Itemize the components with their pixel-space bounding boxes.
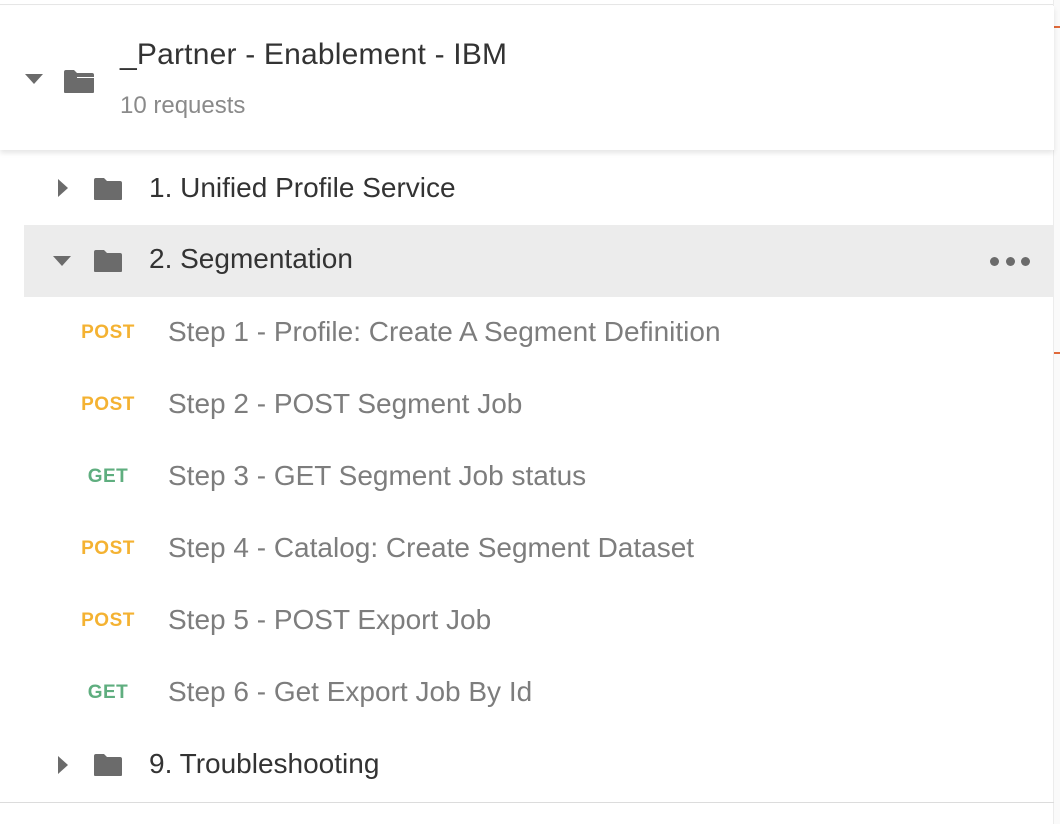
method-badge: POST [81, 610, 135, 631]
request-label: Step 5 - POST Export Job [168, 604, 492, 635]
request-row[interactable]: GET Step 6 - Get Export Job By Id [24, 658, 1054, 730]
request-label: Step 4 - Catalog: Create Segment Dataset [168, 532, 695, 563]
collapse-collection-caret-icon[interactable] [25, 74, 43, 84]
method-badge: GET [87, 466, 129, 487]
folder-label: 1. Unified Profile Service [149, 172, 456, 203]
more-horizontal-icon[interactable] [990, 257, 1030, 266]
folder-row-segmentation[interactable]: 2. Segmentation [24, 225, 1054, 297]
method-badge: POST [81, 322, 135, 343]
folder-label: 2. Segmentation [149, 243, 353, 274]
collection-sidebar: _Partner - Enablement - IBM 10 requests … [0, 0, 1060, 824]
request-label: Step 6 - Get Export Job By Id [168, 676, 533, 707]
collection-request-count: 10 requests [120, 92, 246, 119]
request-label: Step 3 - GET Segment Job status [168, 460, 587, 491]
scroll-rail[interactable] [1053, 0, 1060, 824]
method-badge: POST [81, 538, 135, 559]
request-label: Step 2 - POST Segment Job [168, 388, 523, 419]
request-row[interactable]: POST Step 2 - POST Segment Job [24, 370, 1054, 442]
folder-open-icon [64, 70, 94, 93]
folder-row-troubleshooting[interactable]: 9. Troubleshooting [24, 730, 1054, 802]
collapse-caret-icon[interactable] [53, 256, 71, 266]
top-divider [0, 4, 1060, 5]
bottom-divider [0, 802, 1054, 803]
request-row[interactable]: GET Step 3 - GET Segment Job status [24, 442, 1054, 514]
folder-row-unified-profile-service[interactable]: 1. Unified Profile Service [24, 154, 1054, 226]
collection-name: _Partner - Enablement - IBM [120, 38, 508, 71]
rail-marker [1054, 26, 1060, 28]
expand-caret-icon[interactable] [58, 179, 68, 197]
request-row[interactable]: POST Step 1 - Profile: Create A Segment … [24, 298, 1054, 370]
request-row[interactable]: POST Step 5 - POST Export Job [24, 586, 1054, 658]
expand-caret-icon[interactable] [58, 756, 68, 774]
request-label: Step 1 - Profile: Create A Segment Defin… [168, 316, 721, 347]
method-badge: GET [87, 682, 129, 703]
method-badge: POST [81, 394, 135, 415]
request-row[interactable]: POST Step 4 - Catalog: Create Segment Da… [24, 514, 1054, 586]
rail-marker [1054, 352, 1060, 354]
collection-header[interactable]: _Partner - Enablement - IBM 10 requests [0, 6, 1054, 150]
folder-icon [94, 754, 122, 776]
folder-icon [94, 178, 122, 200]
folder-icon [94, 250, 122, 272]
folder-label: 9. Troubleshooting [149, 748, 380, 779]
